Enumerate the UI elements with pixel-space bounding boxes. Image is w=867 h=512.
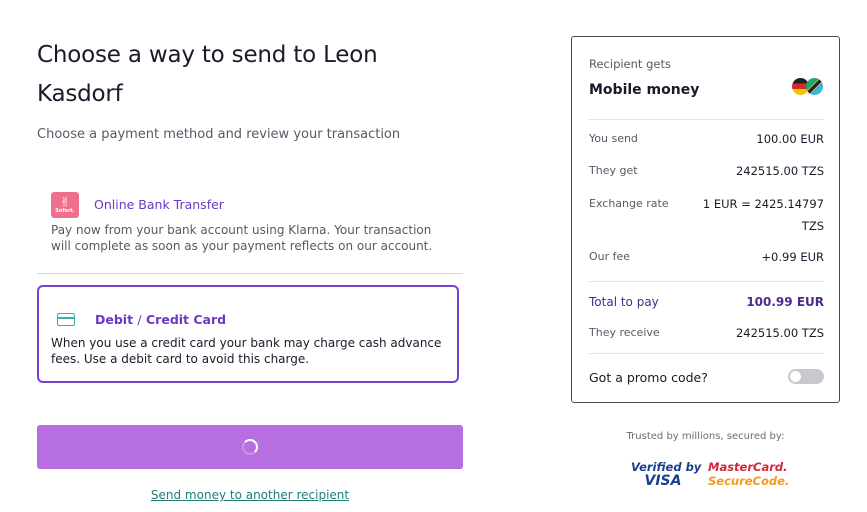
- card-title-separator: /: [137, 312, 142, 327]
- summary-divider: [588, 353, 824, 354]
- mastercard-logo-line1: MasterCard.: [708, 460, 788, 474]
- summary-row-value: 100.00 EUR: [756, 132, 824, 146]
- summary-row-label: You send: [589, 132, 638, 145]
- tanzania-flag-icon: [806, 78, 823, 95]
- visa-logo-line2: VISA: [644, 473, 682, 489]
- recipient-gets-value: Mobile money: [589, 82, 700, 98]
- card-option-description: When you use a credit card your bank may…: [51, 336, 442, 366]
- promo-code-label: Got a promo code?: [589, 370, 708, 385]
- page-subtitle: Choose a payment method and review your …: [37, 127, 401, 142]
- summary-row-label: They get: [589, 164, 638, 177]
- trusted-by-text: Trusted by millions, secured by:: [626, 431, 785, 442]
- recipient-gets-label: Recipient gets: [589, 57, 671, 71]
- sofort-logo-icon: ✌ Sofort.: [51, 192, 79, 218]
- summary-divider: [588, 281, 824, 282]
- sofort-logo-text: Sofort.: [55, 208, 75, 214]
- card-title-debit: Debit: [95, 312, 134, 327]
- send-to-another-recipient-link[interactable]: Send money to another recipient: [0, 488, 500, 502]
- summary-row-label: They receive: [589, 326, 660, 339]
- verified-by-visa-logo: Verified by VISA: [631, 460, 702, 489]
- bank-transfer-description: Pay now from your bank account using Kla…: [51, 223, 433, 253]
- summary-row-value: 242515.00 TZS: [735, 326, 824, 340]
- card-option-title: Debit / Credit Card: [95, 312, 226, 327]
- options-divider: [37, 273, 463, 274]
- total-value: 100.99 EUR: [746, 295, 824, 309]
- page-title: Choose a way to send to Leon Kasdorf: [37, 42, 378, 107]
- summary-row-value: 1 EUR = 2425.14797 TZS: [702, 197, 824, 233]
- total-label: Total to pay: [589, 295, 659, 309]
- mastercard-logo-line2: SecureCode.: [708, 474, 790, 488]
- summary-row-value: +0.99 EUR: [761, 250, 824, 264]
- visa-logo-line1: Verified by: [631, 460, 702, 474]
- loading-spinner-icon: [242, 439, 258, 455]
- bank-transfer-title: Online Bank Transfer: [94, 197, 224, 212]
- promo-code-toggle[interactable]: [788, 369, 824, 384]
- transaction-summary-panel: Recipient gets Mobile money You send 100…: [571, 36, 840, 403]
- payment-option-card[interactable]: Debit / Credit Card When you use a credi…: [37, 285, 459, 383]
- submit-button[interactable]: [37, 425, 463, 469]
- credit-card-icon: [57, 313, 75, 326]
- summary-row-value: 242515.00 TZS: [735, 164, 824, 178]
- summary-row-label: Exchange rate: [589, 197, 669, 210]
- mastercard-securecode-logo: MasterCard. SecureCode.: [708, 460, 790, 488]
- summary-divider: [588, 119, 824, 120]
- card-title-credit: Credit Card: [146, 312, 227, 327]
- summary-row-label: Our fee: [589, 250, 631, 263]
